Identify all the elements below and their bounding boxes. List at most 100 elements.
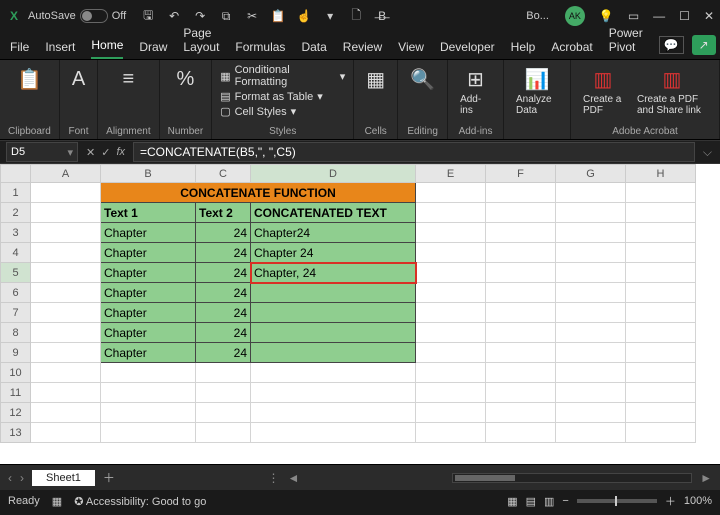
row-header-5[interactable]: 5 (1, 263, 31, 283)
cell-F9[interactable] (486, 343, 556, 363)
cell-C2[interactable]: Text 2 (196, 203, 251, 223)
sheet-prev-icon[interactable]: ‹ (8, 471, 12, 485)
tab-acrobat[interactable]: Acrobat (551, 40, 592, 59)
cell-E2[interactable] (416, 203, 486, 223)
expand-formula-icon[interactable]: ⌵ (695, 145, 720, 160)
minimize-icon[interactable]: — (653, 9, 665, 23)
share-button[interactable]: ↗ (692, 35, 716, 55)
cell-F11[interactable] (486, 383, 556, 403)
cell-C3[interactable]: 24 (196, 223, 251, 243)
cell-H3[interactable] (626, 223, 696, 243)
conditional-formatting-button[interactable]: ▦Conditional Formatting ▾ (220, 64, 345, 88)
cell-C7[interactable]: 24 (196, 303, 251, 323)
new-icon[interactable]: 🗋 (348, 6, 364, 27)
col-header-G[interactable]: G (556, 165, 626, 183)
cell-H13[interactable] (626, 423, 696, 443)
normal-view-icon[interactable]: ▦ (507, 495, 517, 508)
cell-B8[interactable]: Chapter (101, 323, 196, 343)
cell-H4[interactable] (626, 243, 696, 263)
cell-D12[interactable] (251, 403, 416, 423)
row-header-3[interactable]: 3 (1, 223, 31, 243)
tab-help[interactable]: Help (511, 40, 536, 59)
formula-input[interactable]: =CONCATENATE(B5,", ",C5) (133, 142, 695, 162)
paste-button[interactable]: 📋 (13, 64, 46, 94)
cell-C9[interactable]: 24 (196, 343, 251, 363)
cell-C13[interactable] (196, 423, 251, 443)
cell-E6[interactable] (416, 283, 486, 303)
cell-H1[interactable] (626, 183, 696, 203)
row-header-11[interactable]: 11 (1, 383, 31, 403)
row-header-9[interactable]: 9 (1, 343, 31, 363)
cancel-icon[interactable]: ✕ (86, 146, 95, 159)
save-icon[interactable]: 🖫 (140, 6, 156, 27)
cell-B11[interactable] (101, 383, 196, 403)
page-layout-icon[interactable]: ▤ (526, 495, 536, 508)
zoom-slider[interactable] (577, 499, 657, 503)
font-button[interactable]: A (68, 64, 89, 94)
user-avatar[interactable]: AK (565, 6, 585, 26)
zoom-out-icon[interactable]: − (562, 495, 568, 507)
cell-D7[interactable] (251, 303, 416, 323)
more-icon[interactable]: ▾ (322, 9, 338, 23)
cell-D10[interactable] (251, 363, 416, 383)
close-icon[interactable]: ✕ (704, 9, 714, 23)
cell-F8[interactable] (486, 323, 556, 343)
cell-H11[interactable] (626, 383, 696, 403)
cell-A5[interactable] (31, 263, 101, 283)
cell-D6[interactable] (251, 283, 416, 303)
alignment-button[interactable]: ≡ (119, 64, 139, 94)
cell-G13[interactable] (556, 423, 626, 443)
redo-icon[interactable]: ↷ (192, 9, 208, 23)
paste-icon[interactable]: 📋 (270, 9, 286, 23)
fx-icon[interactable]: fx (116, 146, 125, 159)
cell-C10[interactable] (196, 363, 251, 383)
cell-A8[interactable] (31, 323, 101, 343)
cell-A11[interactable] (31, 383, 101, 403)
row-header-8[interactable]: 8 (1, 323, 31, 343)
row-header-7[interactable]: 7 (1, 303, 31, 323)
cell-B5[interactable]: Chapter (101, 263, 196, 283)
cell-E13[interactable] (416, 423, 486, 443)
cell-G9[interactable] (556, 343, 626, 363)
tab-review[interactable]: Review (343, 40, 382, 59)
cell-G6[interactable] (556, 283, 626, 303)
comments-icon[interactable]: 💬 (659, 36, 684, 54)
row-header-2[interactable]: 2 (1, 203, 31, 223)
cell-B9[interactable]: Chapter (101, 343, 196, 363)
cell-B10[interactable] (101, 363, 196, 383)
row-header-12[interactable]: 12 (1, 403, 31, 423)
worksheet-grid[interactable]: ABCDEFGH1CONCATENATE FUNCTION2Text 1Text… (0, 164, 720, 464)
tab-draw[interactable]: Draw (139, 40, 167, 59)
cell-styles-button[interactable]: ▢Cell Styles ▾ (220, 105, 345, 118)
cell-A13[interactable] (31, 423, 101, 443)
tab-formulas[interactable]: Formulas (235, 40, 285, 59)
horizontal-scrollbar[interactable] (452, 473, 692, 483)
col-header-D[interactable]: D (251, 165, 416, 183)
cell-F6[interactable] (486, 283, 556, 303)
cell-H7[interactable] (626, 303, 696, 323)
format-as-table-button[interactable]: ▤Format as Table ▾ (220, 90, 345, 103)
accessibility-status[interactable]: ✪ Accessibility: Good to go (74, 495, 206, 508)
cell-B4[interactable]: Chapter (101, 243, 196, 263)
tab-data[interactable]: Data (301, 40, 326, 59)
cell-G3[interactable] (556, 223, 626, 243)
cell-D2[interactable]: CONCATENATED TEXT (251, 203, 416, 223)
cell-E11[interactable] (416, 383, 486, 403)
lightbulb-icon[interactable]: 💡 (599, 9, 614, 23)
sheet-tab-1[interactable]: Sheet1 (32, 470, 95, 486)
cell-E7[interactable] (416, 303, 486, 323)
cell-F3[interactable] (486, 223, 556, 243)
scroll-right-icon[interactable]: ► (700, 471, 712, 485)
tab-page-layout[interactable]: Page Layout (183, 26, 219, 59)
number-button[interactable]: % (173, 64, 199, 94)
cell-G7[interactable] (556, 303, 626, 323)
cell-B2[interactable]: Text 1 (101, 203, 196, 223)
macro-icon[interactable]: ▦ (52, 495, 62, 508)
zoom-in-icon[interactable]: ＋ (665, 493, 676, 509)
create-pdf-share-button[interactable]: ▥Create a PDF and Share link (633, 64, 711, 118)
col-header-A[interactable]: A (31, 165, 101, 183)
tab-home[interactable]: Home (91, 38, 123, 59)
cell-F4[interactable] (486, 243, 556, 263)
create-pdf-button[interactable]: ▥Create a PDF (579, 64, 627, 118)
cell-C6[interactable]: 24 (196, 283, 251, 303)
